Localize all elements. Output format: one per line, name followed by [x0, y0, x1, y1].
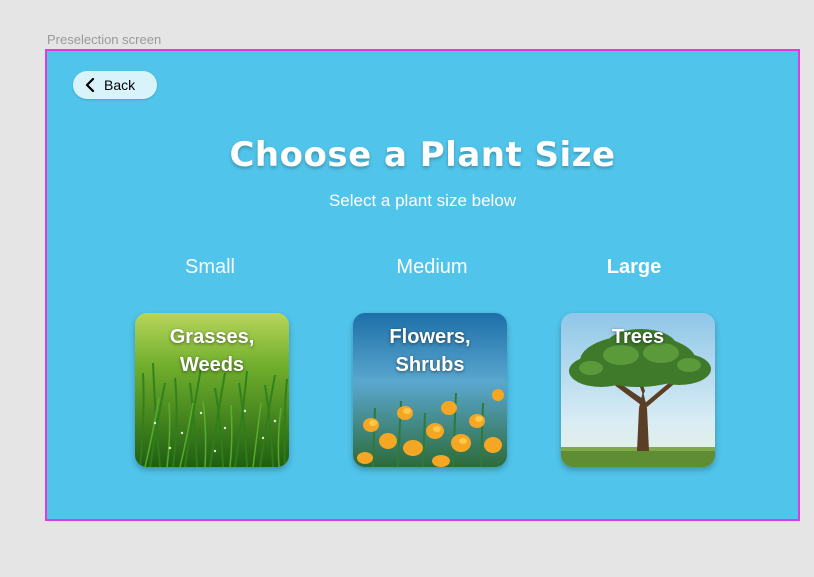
page-subtitle: Select a plant size below: [328, 191, 517, 210]
chevron-left-icon: [85, 78, 95, 92]
preselection-screen: Back Choose a Plant Size Select a plant …: [45, 49, 800, 521]
back-button[interactable]: Back: [73, 71, 157, 99]
card-label-medium: Flowers, Shrubs: [389, 326, 471, 376]
size-label-medium: Medium: [396, 256, 468, 278]
frame-label: Preselection screen: [47, 32, 162, 47]
size-label-large: Large: [606, 256, 662, 278]
plant-card-medium[interactable]: Flowers, Shrubs: [353, 313, 507, 467]
card-label-small: Grasses, Weeds: [169, 326, 255, 376]
size-label-small: Small: [184, 256, 235, 278]
plant-card-small[interactable]: Grasses, Weeds: [135, 313, 289, 467]
card-label-large: Trees: [611, 326, 665, 348]
back-label: Back: [104, 77, 136, 93]
page-title: Choose a Plant Size: [229, 135, 616, 175]
plant-card-large[interactable]: Trees: [561, 313, 715, 467]
